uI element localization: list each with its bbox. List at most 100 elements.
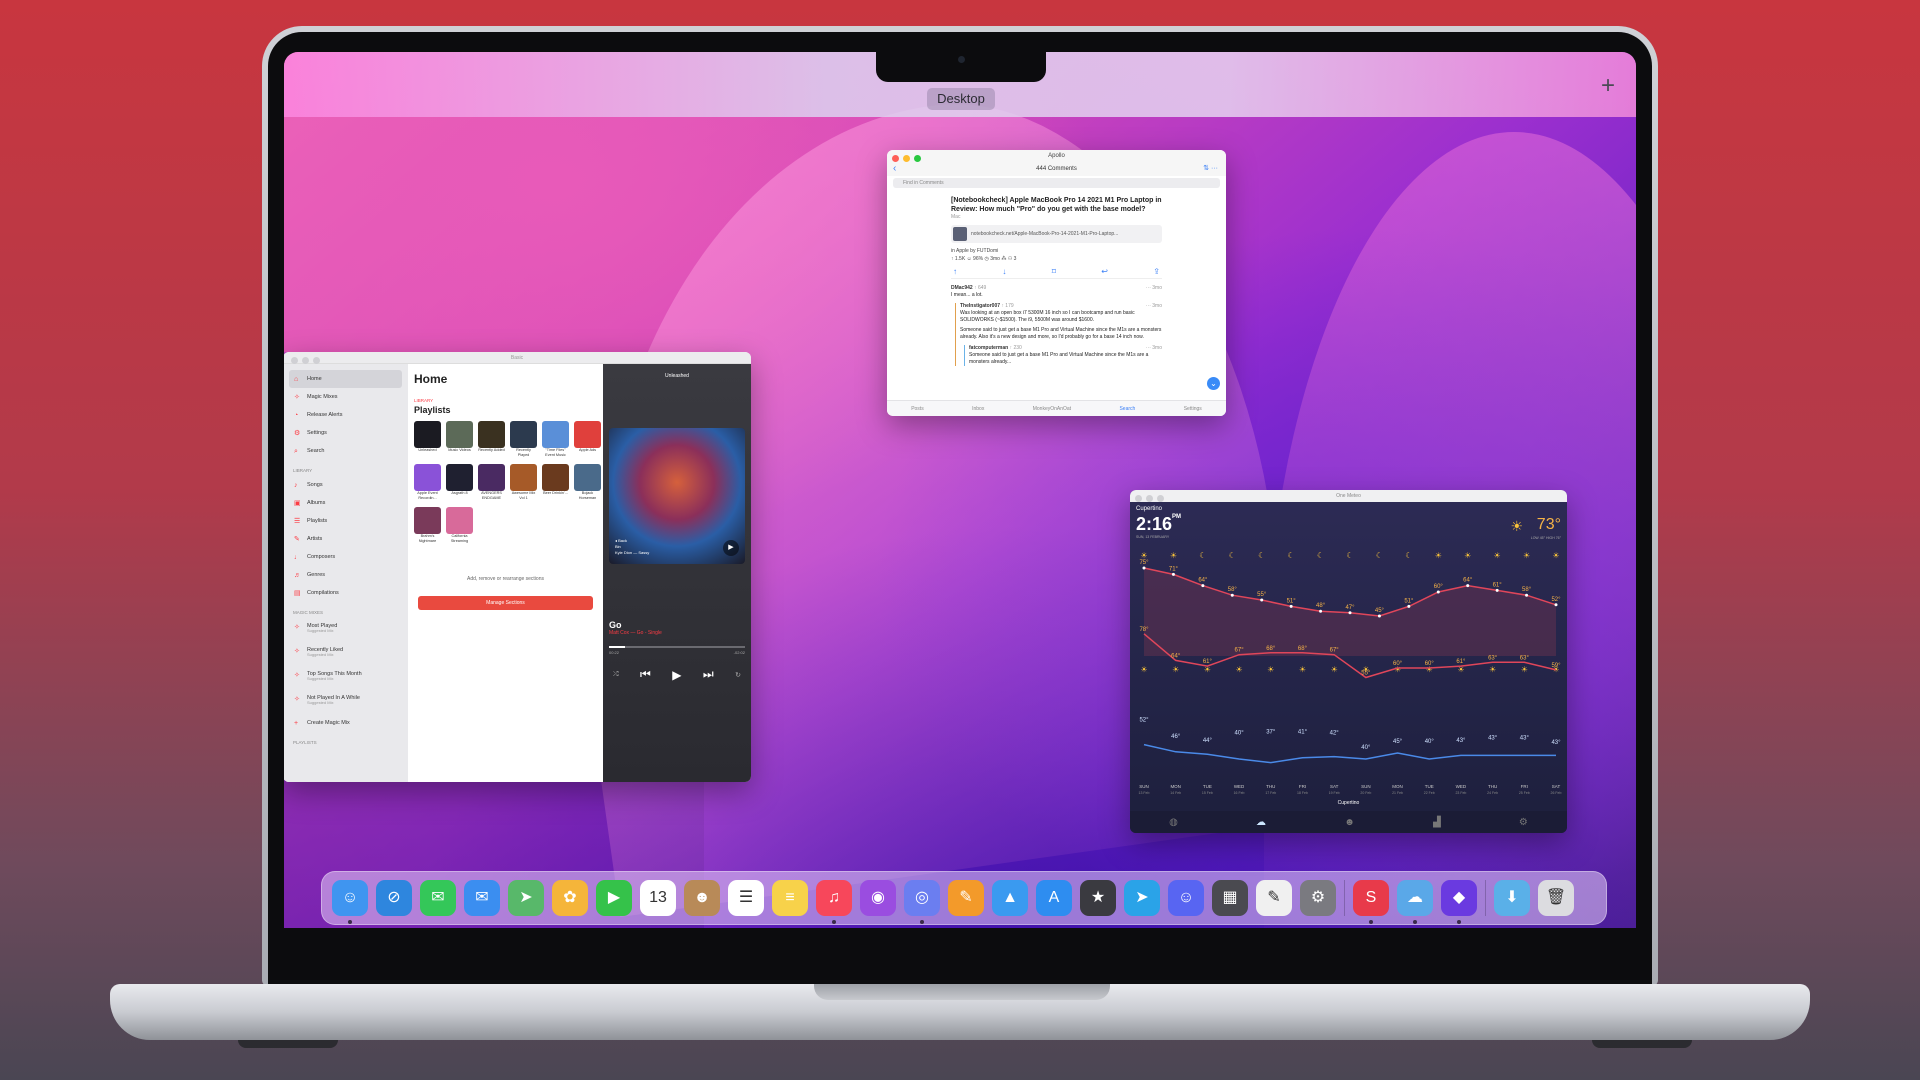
playlist-tile[interactable]: Apple Event Recordin... xyxy=(414,464,441,503)
dock-music-icon[interactable]: ♫ xyxy=(816,880,852,924)
space-desktop-button[interactable]: Desktop xyxy=(927,88,995,110)
comment-reply[interactable]: fatcomputerman ↑ 230 ··· 3mo Someone said… xyxy=(964,345,1162,366)
sidebar-item-playlists[interactable]: ☰ Playlists xyxy=(289,512,402,530)
comment-user[interactable]: fatcomputerman xyxy=(969,345,1008,351)
dock-calendar-icon[interactable]: 13 xyxy=(640,880,676,916)
playlist-tile[interactable]: AVENGERS ENDGAME xyxy=(478,464,505,503)
tab-posts[interactable]: Posts xyxy=(911,406,924,412)
dock-telegram-icon[interactable]: ➤ xyxy=(1124,880,1160,916)
globe-icon[interactable]: ◍ xyxy=(1169,817,1178,828)
playlist-tile[interactable]: Awesome Mix Vol 1 xyxy=(510,464,537,503)
progress-bar[interactable] xyxy=(609,646,745,648)
playlist-tile[interactable]: Apple Ads xyxy=(574,421,601,460)
collapse-chevron-icon[interactable]: ⌄ xyxy=(1207,377,1220,390)
sidebar-item-magic-mixes[interactable]: ✧ Magic Mixes xyxy=(289,388,402,406)
sidebar-item-search[interactable]: ⌕ Search xyxy=(289,442,402,460)
dock-downloads-icon[interactable]: ⬇ xyxy=(1494,880,1530,916)
playlist-tile[interactable]: Recently Played xyxy=(510,421,537,460)
playlist-tile[interactable]: Unleashed xyxy=(414,421,441,460)
close-button[interactable] xyxy=(1135,495,1142,502)
album-art[interactable]: ◂ Back Bin Kyle Dion — Sassy ▶ xyxy=(609,428,745,564)
manage-sections-button[interactable]: Manage Sections xyxy=(418,596,593,610)
chart-icon[interactable]: ▟ xyxy=(1433,817,1441,828)
dock-textedit-icon[interactable]: ✎ xyxy=(1256,880,1292,916)
sidebar-item-genres[interactable]: ♬ Genres xyxy=(289,566,402,584)
playlist-tile[interactable]: California Streaming xyxy=(446,507,473,546)
close-button[interactable] xyxy=(291,357,298,364)
sidebar-item-mix[interactable]: ✧ Not Played In A While Suggested Mix xyxy=(289,690,402,714)
play-icon[interactable]: ▶ xyxy=(723,540,739,556)
dock-system-preferences-icon[interactable]: ⚙ xyxy=(1300,880,1336,916)
sidebar-item-mix[interactable]: ✧ Most Played Suggested Mix xyxy=(289,618,402,642)
dock-mail-icon[interactable]: ✉ xyxy=(464,880,500,916)
close-button[interactable] xyxy=(892,155,899,162)
dock-safari-icon[interactable]: ⊘ xyxy=(376,880,412,916)
comment-user[interactable]: DMac942 xyxy=(951,285,973,291)
play-pause-icon[interactable]: ▶ xyxy=(672,668,681,682)
artist-line[interactable]: Matt Cox — Go - Single xyxy=(609,630,745,636)
dock-finder-icon[interactable]: ☺ xyxy=(332,880,368,924)
gear-icon[interactable]: ⚙ xyxy=(1519,817,1528,828)
minimize-button[interactable] xyxy=(302,357,309,364)
dock-contacts-icon[interactable]: ☻ xyxy=(684,880,720,916)
dock-podcasts-icon[interactable]: ◉ xyxy=(860,880,896,916)
sidebar-item-release-alerts[interactable]: ◔ Release Alerts xyxy=(289,406,402,424)
previous-icon[interactable]: ⏮ xyxy=(640,667,651,682)
music-window[interactable]: Basic ⌂ Home ✧ Magic Mixes ◔ Release Alerts… xyxy=(284,352,751,782)
shuffle-icon[interactable]: ⤮ xyxy=(613,671,619,679)
sidebar-item-mix[interactable]: ✧ Recently Liked Suggested Mix xyxy=(289,642,402,666)
playlist-tile[interactable]: "Time Flies" Event Music xyxy=(542,421,569,460)
reply-icon[interactable]: ↩ xyxy=(1101,267,1108,276)
dock-calculator-icon[interactable]: ▦ xyxy=(1212,880,1248,916)
dock-reminders-icon[interactable]: ☰ xyxy=(728,880,764,916)
playlist-tile[interactable]: Asgrath 8 xyxy=(446,464,473,503)
playlist-tile[interactable]: Bojack Horseman xyxy=(574,464,601,503)
playlist-tile[interactable]: Brahm's Nightmare xyxy=(414,507,441,546)
dock-dispatch-icon[interactable]: ★ xyxy=(1080,880,1116,916)
dock-trash-icon[interactable]: 🗑 xyxy=(1538,880,1574,916)
apollo-window[interactable]: Apollo ‹ 444 Comments ⇅ ··· Find in Comm… xyxy=(887,150,1226,416)
tab-settings[interactable]: Settings xyxy=(1184,406,1202,412)
save-icon[interactable]: ⌑ xyxy=(1052,267,1056,276)
weather-window[interactable]: One Meteo Cupertino 2:16PM SUN, 13 FEBRU… xyxy=(1130,490,1567,833)
dock-app-store-icon[interactable]: A xyxy=(1036,880,1072,916)
sidebar-item-settings[interactable]: ⚙ Settings xyxy=(289,424,402,442)
sidebar-item-composers[interactable]: ♩ Composers xyxy=(289,548,402,566)
upvote-icon[interactable]: ↑ xyxy=(953,267,957,276)
playlist-tile[interactable]: Beer Drinkin'... xyxy=(542,464,569,503)
comment-reply[interactable]: TheInstigator007 ↑ 179 ··· 3mo Was lookin… xyxy=(955,303,1162,366)
dock-shortcuts-icon[interactable]: ◆ xyxy=(1441,880,1477,924)
sidebar-item-songs[interactable]: ♪ Songs xyxy=(289,476,402,494)
dock-pages-icon[interactable]: ✎ xyxy=(948,880,984,916)
dock-messages-icon[interactable]: ✉ xyxy=(420,880,456,916)
minimize-button[interactable] xyxy=(1146,495,1153,502)
repeat-icon[interactable]: ↻ xyxy=(735,671,741,679)
playlists-heading[interactable]: PLAYLISTS xyxy=(289,738,402,748)
sidebar-item-albums[interactable]: ▣ Albums xyxy=(289,494,402,512)
sidebar-item-home[interactable]: ⌂ Home xyxy=(289,370,402,388)
person-icon[interactable]: ☻ xyxy=(1344,817,1355,828)
sidebar-item-compilations[interactable]: ▤ Compilations xyxy=(289,584,402,602)
more-icon[interactable]: ⇅ ··· xyxy=(1203,162,1218,176)
playlist-tile[interactable]: Recently Added xyxy=(478,421,505,460)
dock-discord-icon[interactable]: ☺ xyxy=(1168,880,1204,916)
dock-apollo-icon[interactable]: ◎ xyxy=(904,880,940,924)
dock-maps-icon[interactable]: ➤ xyxy=(508,880,544,916)
add-space-button[interactable]: + xyxy=(1596,74,1620,98)
comment-user[interactable]: TheInstigator007 xyxy=(960,303,1000,309)
find-in-comments-input[interactable]: Find in Comments xyxy=(893,178,1220,188)
library-heading[interactable]: LIBRARY xyxy=(289,466,402,476)
sidebar-item-mix[interactable]: ✧ Top Songs This Month Suggested Mix xyxy=(289,666,402,690)
comment[interactable]: DMac942 ↑ 649 ··· 3mo I mean... a lot. Th… xyxy=(887,285,1226,366)
magic-mixes-heading[interactable]: MAGIC MIXES xyxy=(289,608,402,618)
dock-shortcut-pro-icon[interactable]: S xyxy=(1353,880,1389,924)
dock-notes-icon[interactable]: ≡ xyxy=(772,880,808,916)
tab-account[interactable]: MonkeyOnAnOat xyxy=(1033,406,1071,412)
tab-inbox[interactable]: Inbox xyxy=(972,406,984,412)
zoom-button[interactable] xyxy=(1157,495,1164,502)
minimize-button[interactable] xyxy=(903,155,910,162)
zoom-button[interactable] xyxy=(313,357,320,364)
dock-facetime-icon[interactable]: ▶ xyxy=(596,880,632,916)
post-link[interactable]: notebookcheck.net/Apple-MacBook-Pro-14-2… xyxy=(951,225,1162,243)
back-chevron-icon[interactable]: ‹ xyxy=(893,162,896,176)
